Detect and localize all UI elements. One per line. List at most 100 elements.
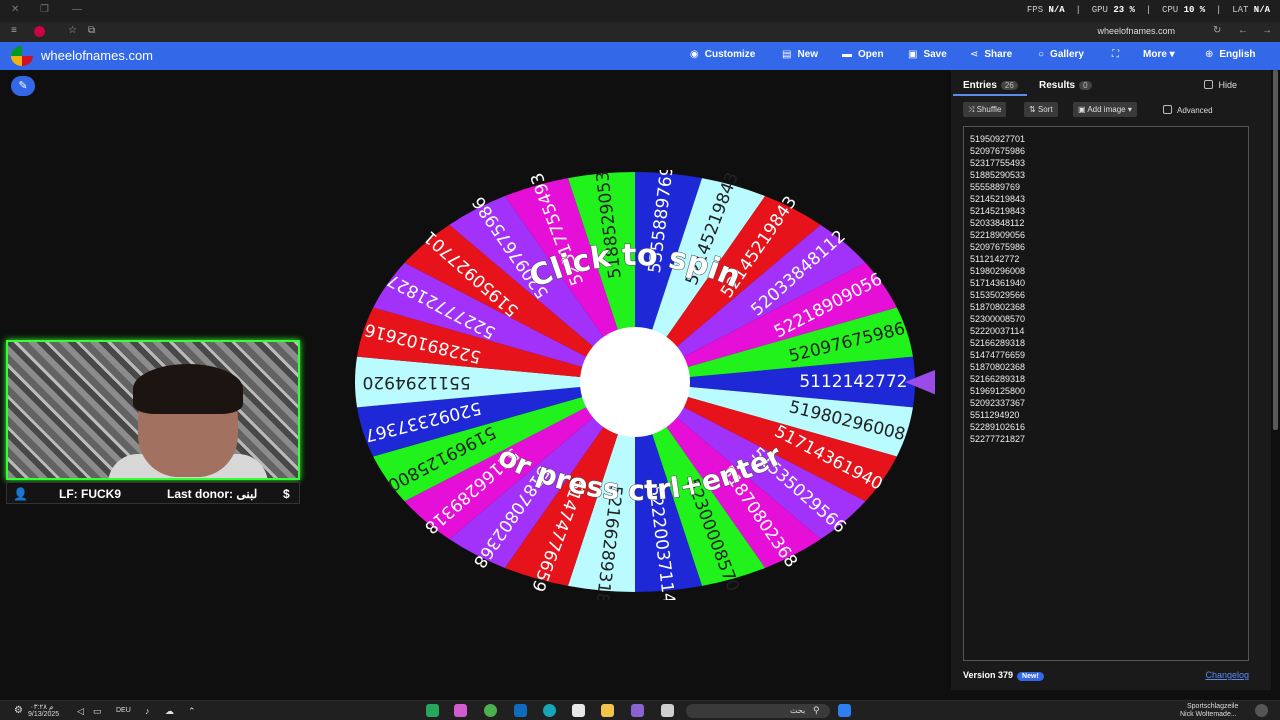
- profile-avatar[interactable]: [34, 26, 45, 37]
- network-icon[interactable]: ▭: [93, 706, 102, 717]
- entry-line[interactable]: 52097675986: [970, 145, 1242, 157]
- entry-line[interactable]: 52218909056: [970, 229, 1242, 241]
- language-indicator[interactable]: DEU: [116, 707, 131, 714]
- taskbar-app-icon[interactable]: [454, 704, 467, 717]
- close-window-icon[interactable]: ✕: [11, 4, 19, 15]
- reload-icon[interactable]: ↻: [1213, 25, 1221, 36]
- shuffle-button[interactable]: ⤨ Shuffle: [963, 102, 1007, 117]
- entry-line[interactable]: 51870802368: [970, 361, 1242, 373]
- sort-button[interactable]: ⇅ Sort: [1024, 102, 1058, 117]
- save-button[interactable]: ▣ Save: [908, 49, 947, 60]
- edge-icon[interactable]: [543, 704, 556, 717]
- entry-line[interactable]: 51980296008: [970, 265, 1242, 277]
- entry-line[interactable]: 52097675986: [970, 241, 1242, 253]
- globe-icon: ⊕: [1205, 49, 1214, 60]
- entry-line[interactable]: 52220037114: [970, 325, 1242, 337]
- chrome-icon[interactable]: [484, 704, 497, 717]
- settings-icon[interactable]: ⚙: [14, 705, 23, 716]
- customize-button[interactable]: ◉ Customize: [690, 49, 755, 60]
- hide-checkbox[interactable]: Hide: [1204, 80, 1237, 90]
- entry-line[interactable]: 5112142772: [970, 253, 1242, 265]
- menu-icon[interactable]: ≡: [11, 25, 17, 36]
- entry-line[interactable]: 52145219843: [970, 205, 1242, 217]
- share-button[interactable]: ⋖ Share: [970, 49, 1012, 60]
- entry-line[interactable]: 5555889769: [970, 181, 1242, 193]
- minimize-window-icon[interactable]: —: [72, 4, 82, 15]
- entry-line[interactable]: 51535029566: [970, 289, 1242, 301]
- entry-line[interactable]: 5511294920: [970, 409, 1242, 421]
- volume-icon[interactable]: ◁: [77, 706, 84, 717]
- version-label: Version 379 New!: [963, 670, 1044, 681]
- wheel-segment-label: 5112142772: [799, 372, 907, 392]
- stream-info-bar: 👤 LF: FUCK9 Last donor: لبنى $: [6, 482, 300, 504]
- image-icon: ▣: [1078, 105, 1086, 114]
- url-field[interactable]: wheelofnames.com: [1097, 26, 1175, 36]
- entry-line[interactable]: 52289102616: [970, 421, 1242, 433]
- windows-start-icon[interactable]: [838, 704, 851, 717]
- forward-icon[interactable]: →: [1262, 25, 1272, 36]
- last-donor-label: Last donor: لبنى: [167, 487, 258, 501]
- gallery-button[interactable]: ○ Gallery: [1038, 49, 1084, 60]
- entry-line[interactable]: 52092337367: [970, 397, 1242, 409]
- back-icon[interactable]: ←: [1238, 25, 1248, 36]
- entry-line[interactable]: 52145219843: [970, 193, 1242, 205]
- page-scrollbar[interactable]: [1273, 70, 1278, 430]
- folder-icon: ▬: [842, 49, 852, 60]
- restore-window-icon[interactable]: ❐: [40, 4, 49, 15]
- entry-line[interactable]: 52033848112: [970, 217, 1242, 229]
- news-headline[interactable]: Sportschlagzeile: [1187, 703, 1238, 710]
- taskbar-app-icon[interactable]: [631, 704, 644, 717]
- calendar-icon[interactable]: [572, 704, 585, 717]
- entry-line[interactable]: 52166289318: [970, 337, 1242, 349]
- palette-icon: ◉: [690, 49, 699, 60]
- entry-line[interactable]: 52277721827: [970, 433, 1242, 445]
- fullscreen-button[interactable]: ⛶: [1112, 49, 1125, 60]
- tab-icon[interactable]: ⧉: [88, 25, 95, 36]
- mic-icon[interactable]: ♪: [145, 706, 150, 716]
- taskbar-app-icon[interactable]: [661, 704, 674, 717]
- add-image-button[interactable]: ▣ Add image ▾: [1073, 102, 1137, 117]
- entry-line[interactable]: 52317755493: [970, 157, 1242, 169]
- news-subline[interactable]: Nick Woltemade...: [1180, 711, 1237, 718]
- entry-line[interactable]: 52166289318: [970, 373, 1242, 385]
- wheel-container[interactable]: 5112142772 51980296008 51714361940 51535029…: [345, 159, 939, 605]
- language-button[interactable]: ⊕ English: [1205, 49, 1256, 60]
- entries-textarea[interactable]: 51950927701 52097675986 52317755493 5188529…: [963, 126, 1249, 661]
- new-button[interactable]: ▤ New: [782, 49, 818, 60]
- taskbar-search[interactable]: [686, 704, 830, 718]
- edit-pencil-button[interactable]: ✎: [11, 76, 35, 96]
- entry-line[interactable]: 51950927701: [970, 133, 1242, 145]
- tab-entries[interactable]: Entries 26: [963, 80, 1018, 91]
- entries-panel: Entries 26 Results 0 Hide ⤨ Shuffle ⇅ Sort…: [951, 70, 1271, 690]
- entry-line[interactable]: 51714361940: [970, 277, 1242, 289]
- star-icon[interactable]: ☆: [68, 25, 77, 36]
- fullscreen-icon: ⛶: [1112, 49, 1119, 60]
- entry-line[interactable]: 51969125800: [970, 385, 1242, 397]
- wheel-segment-label: 5511294920: [363, 372, 471, 392]
- notification-icon[interactable]: [1255, 704, 1268, 717]
- site-name[interactable]: wheelofnames.com: [41, 48, 153, 63]
- advanced-checkbox[interactable]: Advanced: [1163, 105, 1213, 115]
- entry-line[interactable]: 51474776659: [970, 349, 1242, 361]
- tab-results[interactable]: Results 0: [1039, 80, 1092, 91]
- changelog-link[interactable]: Changelog: [1205, 670, 1249, 680]
- open-button[interactable]: ▬ Open: [842, 49, 884, 60]
- webcam-overlay: [6, 340, 300, 480]
- wheel-logo-icon[interactable]: [11, 46, 33, 66]
- wheel-center-hub[interactable]: [580, 327, 690, 437]
- outlook-icon[interactable]: [514, 704, 527, 717]
- entry-line[interactable]: 51870802368: [970, 301, 1242, 313]
- taskbar-date: 9/13/2025: [28, 711, 60, 718]
- cloud-icon[interactable]: ☁: [165, 706, 174, 717]
- spin-wheel[interactable]: 5112142772519802960085171436194051535029…: [345, 159, 939, 605]
- entry-line[interactable]: 51885290533: [970, 169, 1242, 181]
- active-tab-indicator: [953, 94, 1027, 96]
- more-button[interactable]: More ▾: [1143, 49, 1175, 60]
- entry-line[interactable]: 52300008570: [970, 313, 1242, 325]
- user-icon: 👤: [13, 487, 28, 501]
- chevron-up-icon[interactable]: ⌃: [188, 706, 196, 717]
- file-explorer-icon[interactable]: [601, 704, 614, 717]
- title-bar: ✕ ❐ — FPS N/A | GPU 23 % | CPU 10 % | LA…: [0, 0, 1280, 22]
- taskbar-app-icon[interactable]: [426, 704, 439, 717]
- search-icon[interactable]: ⚲: [813, 705, 820, 716]
